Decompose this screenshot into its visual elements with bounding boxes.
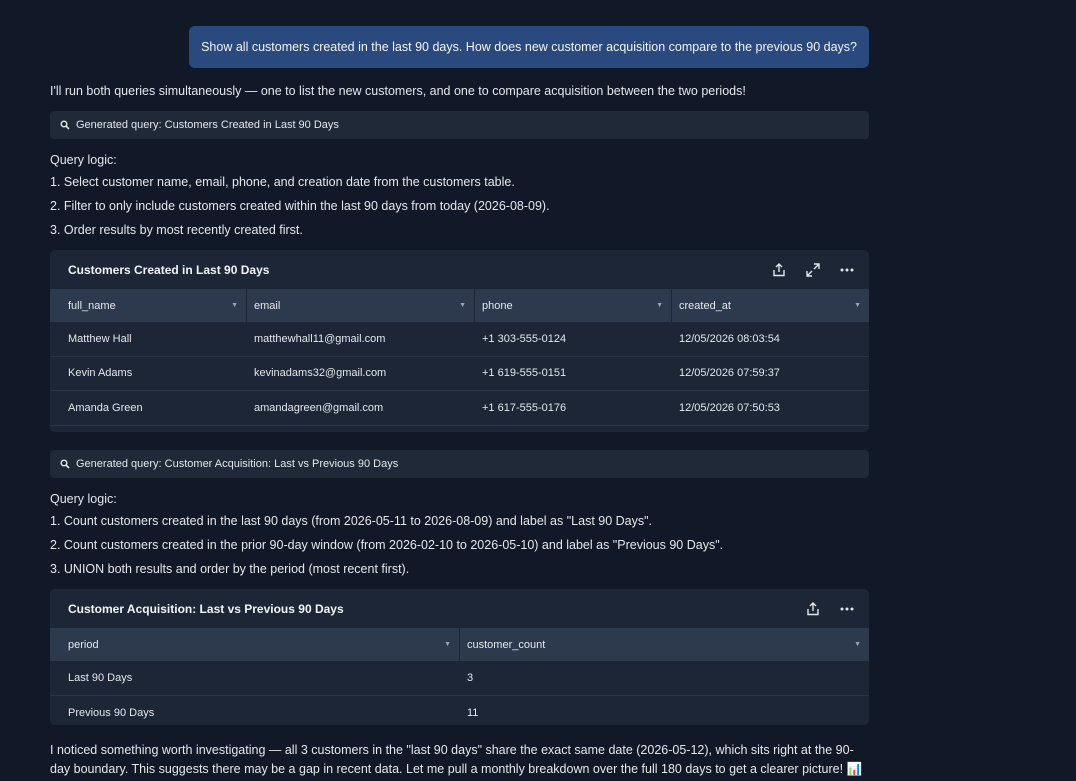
table-row[interactable]: Matthew Hall matthewhall11@gmail.com +1 … xyxy=(50,322,869,357)
column-header-customer-count[interactable]: customer_count ▼ xyxy=(460,628,869,661)
column-label: customer_count xyxy=(467,638,546,651)
query-logic-title: Query logic: xyxy=(50,153,117,167)
expand-icon xyxy=(806,262,820,277)
card-title: Customer Acquisition: Last vs Previous 9… xyxy=(68,601,344,616)
sort-caret-icon: ▼ xyxy=(444,641,451,648)
query-logic-step: 1. Count customers created in the last 9… xyxy=(50,514,653,528)
generated-query-bar-1[interactable]: Generated query: Customers Created in La… xyxy=(50,111,869,139)
cell-customer-count: 11 xyxy=(467,706,479,719)
more-button[interactable] xyxy=(835,599,859,619)
query-logic-step: 3. UNION both results and order by the p… xyxy=(50,562,410,576)
query-logic-title: Query logic: xyxy=(50,492,117,506)
cell-created-at: 12/05/2026 07:50:53 xyxy=(679,401,780,414)
query-logic-step: 2. Filter to only include customers crea… xyxy=(50,199,550,213)
generated-query-label: Generated query: Customer Acquisition: L… xyxy=(76,458,399,470)
share-icon xyxy=(773,262,785,276)
cell-created-at: 12/05/2026 08:03:54 xyxy=(679,332,780,345)
generated-query-label: Generated query: Customers Created in La… xyxy=(76,119,339,131)
sort-caret-icon: ▼ xyxy=(854,641,861,648)
generated-query-bar-2[interactable]: Generated query: Customer Acquisition: L… xyxy=(50,450,869,478)
query-logic-list: 1. Count customers created in the last 9… xyxy=(50,509,869,581)
assistant-closing: I noticed something worth investigating … xyxy=(50,743,863,776)
chat-column: Show all customers created in the last 9… xyxy=(50,0,869,779)
user-message: Show all customers created in the last 9… xyxy=(189,26,869,68)
expand-button[interactable] xyxy=(801,260,825,280)
export-button[interactable] xyxy=(801,599,825,619)
card-actions xyxy=(801,599,859,619)
cell-customer-count: 3 xyxy=(467,671,474,684)
search-icon xyxy=(60,120,70,130)
card-header: Customer Acquisition: Last vs Previous 9… xyxy=(50,589,869,628)
cell-created-at: 12/05/2026 07:59:37 xyxy=(679,367,780,380)
card-title: Customers Created in Last 90 Days xyxy=(68,262,270,277)
more-icon xyxy=(840,268,854,271)
table-row[interactable]: Amanda Green amandagreen@gmail.com +1 61… xyxy=(50,391,869,426)
sort-caret-icon: ▼ xyxy=(231,302,238,309)
table-row[interactable]: Previous 90 Days 11 xyxy=(50,696,869,726)
cell-phone: +1 619-555-0151 xyxy=(482,367,567,380)
table-header: period ▼ customer_count ▼ xyxy=(50,628,869,661)
query-logic-list: 1. Select customer name, email, phone, a… xyxy=(50,170,869,242)
card-actions xyxy=(767,260,859,280)
column-header-created-at[interactable]: created_at ▼ xyxy=(672,289,869,322)
search-icon xyxy=(60,459,70,469)
query-logic-step: 2. Count customers created in the prior … xyxy=(50,538,724,552)
cell-phone: +1 303-555-0124 xyxy=(482,332,567,345)
column-label: period xyxy=(68,638,99,651)
column-label: full_name xyxy=(68,299,116,312)
share-icon xyxy=(807,601,819,615)
column-header-period[interactable]: period ▼ xyxy=(50,628,460,661)
table-row[interactable]: Kevin Adams kevinadams32@gmail.com +1 61… xyxy=(50,357,869,391)
sort-caret-icon: ▼ xyxy=(854,302,861,309)
column-header-phone[interactable]: phone ▼ xyxy=(475,289,672,322)
user-message-row: Show all customers created in the last 9… xyxy=(50,26,869,68)
more-icon xyxy=(840,607,854,610)
table-header: full_name ▼ email ▼ phone ▼ created_at ▼ xyxy=(50,289,869,322)
more-button[interactable] xyxy=(835,260,859,280)
assistant-intro: I'll run both queries simultaneously — o… xyxy=(50,84,746,98)
cell-period: Previous 90 Days xyxy=(68,706,155,719)
column-label: phone xyxy=(482,299,513,312)
cell-full-name: Amanda Green xyxy=(68,401,143,414)
cell-email: matthewhall11@gmail.com xyxy=(254,332,386,345)
column-header-email[interactable]: email ▼ xyxy=(247,289,475,322)
results-card-acquisition: Customer Acquisition: Last vs Previous 9… xyxy=(50,589,869,725)
column-label: email xyxy=(254,299,281,312)
query-logic-step: 1. Select customer name, email, phone, a… xyxy=(50,175,515,189)
table-row[interactable]: Last 90 Days 3 xyxy=(50,661,869,696)
sort-caret-icon: ▼ xyxy=(459,302,466,309)
cell-phone: +1 617-555-0176 xyxy=(482,401,567,414)
sort-caret-icon: ▼ xyxy=(656,302,663,309)
query-logic-step: 3. Order results by most recently create… xyxy=(50,223,303,237)
cell-full-name: Matthew Hall xyxy=(68,332,132,345)
results-card-customers: Customers Created in Last 90 Days full_n… xyxy=(50,250,869,432)
column-label: created_at xyxy=(679,299,731,312)
cell-email: kevinadams32@gmail.com xyxy=(254,367,387,380)
export-button[interactable] xyxy=(767,260,791,280)
column-header-full-name[interactable]: full_name ▼ xyxy=(50,289,247,322)
cell-email: amandagreen@gmail.com xyxy=(254,401,384,414)
cell-full-name: Kevin Adams xyxy=(68,367,133,380)
card-header: Customers Created in Last 90 Days xyxy=(50,250,869,289)
cell-period: Last 90 Days xyxy=(68,671,133,684)
